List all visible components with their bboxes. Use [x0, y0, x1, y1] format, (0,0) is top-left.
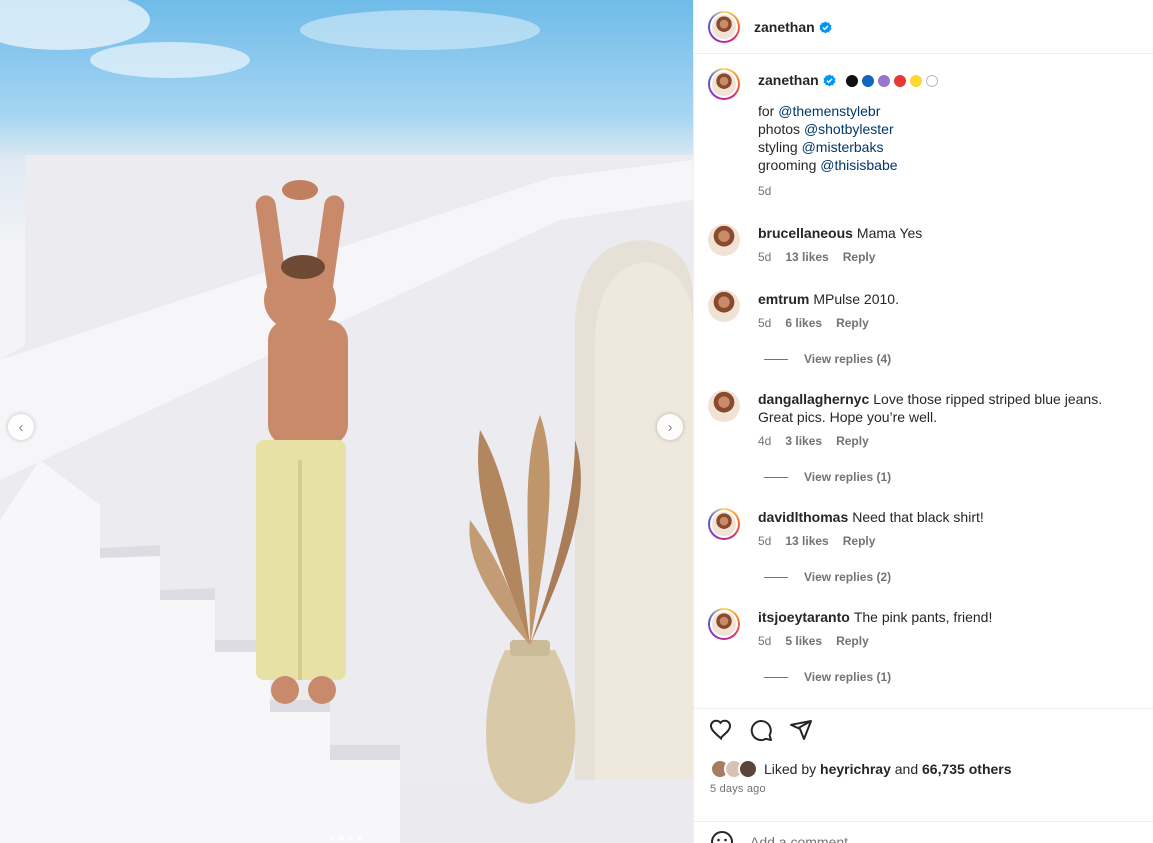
replies-divider — [764, 676, 788, 678]
share-icon[interactable] — [788, 717, 814, 743]
liked-by-user[interactable]: heyrichray — [820, 761, 891, 777]
comment-item: brucellaneous Mama Yes 5d 13 likes Reply — [708, 224, 1140, 264]
black-circle-emoji — [845, 75, 858, 87]
view-replies-button[interactable]: View replies (4) — [764, 352, 891, 366]
comment-likes[interactable]: 3 likes — [785, 434, 822, 448]
liked-by-joiner: and — [894, 761, 919, 777]
comment-likes[interactable]: 13 likes — [785, 534, 828, 548]
post-actions: Liked by heyrichray and 66,735 others 5 … — [694, 708, 1153, 843]
commenter-avatar[interactable] — [708, 608, 740, 640]
blue-circle-emoji — [861, 75, 874, 87]
mention-link[interactable]: @thisisbabe — [820, 157, 897, 173]
white-circle-emoji — [925, 75, 938, 87]
post-timestamp[interactable]: 5 days ago — [710, 783, 766, 795]
commenter-username[interactable]: davidlthomas — [758, 509, 848, 525]
view-replies-label: View replies (1) — [804, 470, 892, 484]
liker-avatar[interactable] — [738, 759, 758, 779]
comment-likes[interactable]: 6 likes — [785, 316, 822, 330]
liked-by: Liked by heyrichray and 66,735 others — [710, 759, 1012, 779]
caption-line-prefix: styling — [758, 139, 798, 155]
commenter-username[interactable]: emtrum — [758, 291, 809, 307]
view-replies-label: View replies (1) — [804, 670, 892, 684]
commenter-avatar[interactable] — [708, 290, 740, 322]
caption: zanethan for @themenstylebr photos @shot… — [708, 68, 1140, 198]
purple-circle-emoji — [877, 75, 890, 87]
author-avatar[interactable] — [708, 10, 740, 43]
reply-button[interactable]: Reply — [836, 316, 869, 330]
verified-badge-icon — [819, 20, 832, 33]
commenter-avatar[interactable] — [708, 224, 740, 256]
caption-username[interactable]: zanethan — [758, 72, 819, 88]
caption-avatar[interactable] — [708, 68, 740, 100]
replies-divider — [764, 476, 788, 478]
comment-text: Need that black shirt! — [852, 509, 984, 525]
verified-badge-icon — [823, 74, 836, 87]
carousel-indicator — [330, 836, 362, 841]
commenter-avatar[interactable] — [708, 508, 740, 540]
commenter-avatar[interactable] — [708, 390, 740, 422]
mention-link[interactable]: @shotbylester — [804, 121, 894, 137]
view-replies-label: View replies (4) — [804, 352, 892, 366]
comment-text: The pink pants, friend! — [853, 609, 993, 625]
comment-likes[interactable]: 5 likes — [785, 634, 822, 648]
person-figure — [255, 180, 348, 704]
carousel-dot — [339, 836, 344, 841]
carousel-dot — [330, 836, 335, 841]
next-photo-button[interactable]: › — [657, 414, 683, 440]
chevron-left-icon: ‹ — [18, 418, 24, 436]
post-header: zanethan — [694, 0, 1153, 54]
comment-age[interactable]: 5d — [758, 634, 771, 648]
carousel-dot — [348, 836, 353, 841]
caption-emoji-dots — [845, 75, 938, 87]
mention-link[interactable]: @themenstylebr — [778, 103, 880, 119]
previous-photo-button[interactable]: ‹ — [8, 414, 34, 440]
comment-item: itsjoeytaranto The pink pants, friend! 5d… — [708, 608, 1140, 648]
author-username[interactable]: zanethan — [754, 19, 815, 35]
emoji-icon[interactable] — [710, 830, 734, 843]
reply-button[interactable]: Reply — [836, 434, 869, 448]
comment-icon[interactable] — [748, 717, 774, 743]
heart-icon[interactable] — [708, 717, 734, 743]
comment-age[interactable]: 4d — [758, 434, 771, 448]
comment-item: emtrum MPulse 2010. 5d 6 likes Reply — [708, 290, 1140, 330]
comment-age[interactable]: 5d — [758, 534, 771, 548]
commenter-username[interactable]: brucellaneous — [758, 225, 853, 241]
likes-count-link[interactable]: 66,735 others — [922, 761, 1012, 777]
mention-link[interactable]: @misterbaks — [802, 139, 884, 155]
post-media[interactable]: ‹ › — [0, 0, 693, 843]
add-comment-input[interactable] — [750, 833, 1110, 843]
comments-list[interactable]: zanethan for @themenstylebr photos @shot… — [694, 54, 1153, 708]
carousel-dot — [357, 836, 362, 841]
caption-text: for @themenstylebr photos @shotbylester … — [758, 102, 1140, 174]
comment-item: davidlthomas Need that black shirt! 5d 13 … — [708, 508, 1140, 548]
view-replies-button[interactable]: View replies (2) — [764, 570, 891, 584]
view-replies-button[interactable]: View replies (1) — [764, 470, 891, 484]
commenter-username[interactable]: itsjoeytaranto — [758, 609, 850, 625]
comment-likes[interactable]: 13 likes — [785, 250, 828, 264]
comment-age[interactable]: 5d — [758, 250, 771, 264]
red-circle-emoji — [893, 75, 906, 87]
comment-text: MPulse 2010. — [813, 291, 899, 307]
view-replies-label: View replies (2) — [804, 570, 892, 584]
caption-line-prefix: for — [758, 103, 775, 119]
add-comment-bar — [694, 821, 1153, 843]
yellow-circle-emoji — [909, 75, 922, 87]
view-replies-button[interactable]: View replies (1) — [764, 670, 891, 684]
post-side-panel: zanethan zanethan for @themenstylebr pho… — [693, 0, 1153, 843]
commenter-username[interactable]: dangallaghernyc — [758, 391, 869, 407]
comment-age[interactable]: 5d — [758, 316, 771, 330]
reply-button[interactable]: Reply — [843, 250, 876, 264]
liked-by-prefix: Liked by — [764, 761, 817, 777]
replies-divider — [764, 358, 788, 360]
caption-line-prefix: photos — [758, 121, 801, 137]
replies-divider — [764, 576, 788, 578]
reply-button[interactable]: Reply — [836, 634, 869, 648]
comment-item: dangallaghernyc Love those ripped striped… — [708, 390, 1140, 448]
caption-line-prefix: grooming — [758, 157, 817, 173]
post-photo — [0, 0, 693, 843]
chevron-right-icon: › — [667, 418, 673, 436]
reply-button[interactable]: Reply — [843, 534, 876, 548]
comment-text: Mama Yes — [856, 225, 923, 241]
caption-age[interactable]: 5d — [758, 184, 771, 198]
